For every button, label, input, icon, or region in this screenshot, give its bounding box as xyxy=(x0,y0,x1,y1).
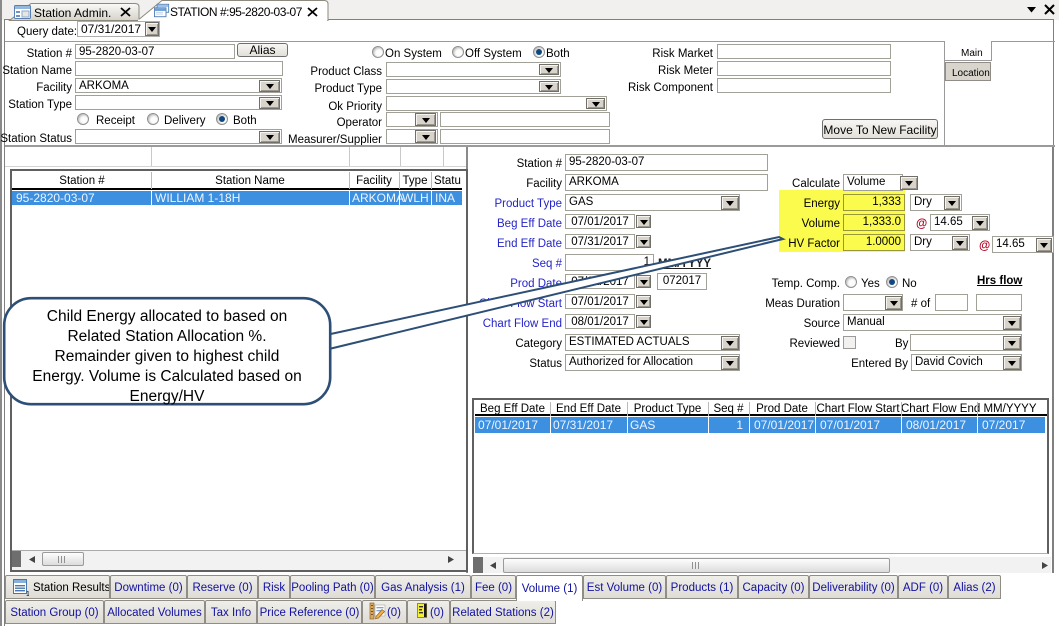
svg-text:1: 1 xyxy=(26,591,29,596)
